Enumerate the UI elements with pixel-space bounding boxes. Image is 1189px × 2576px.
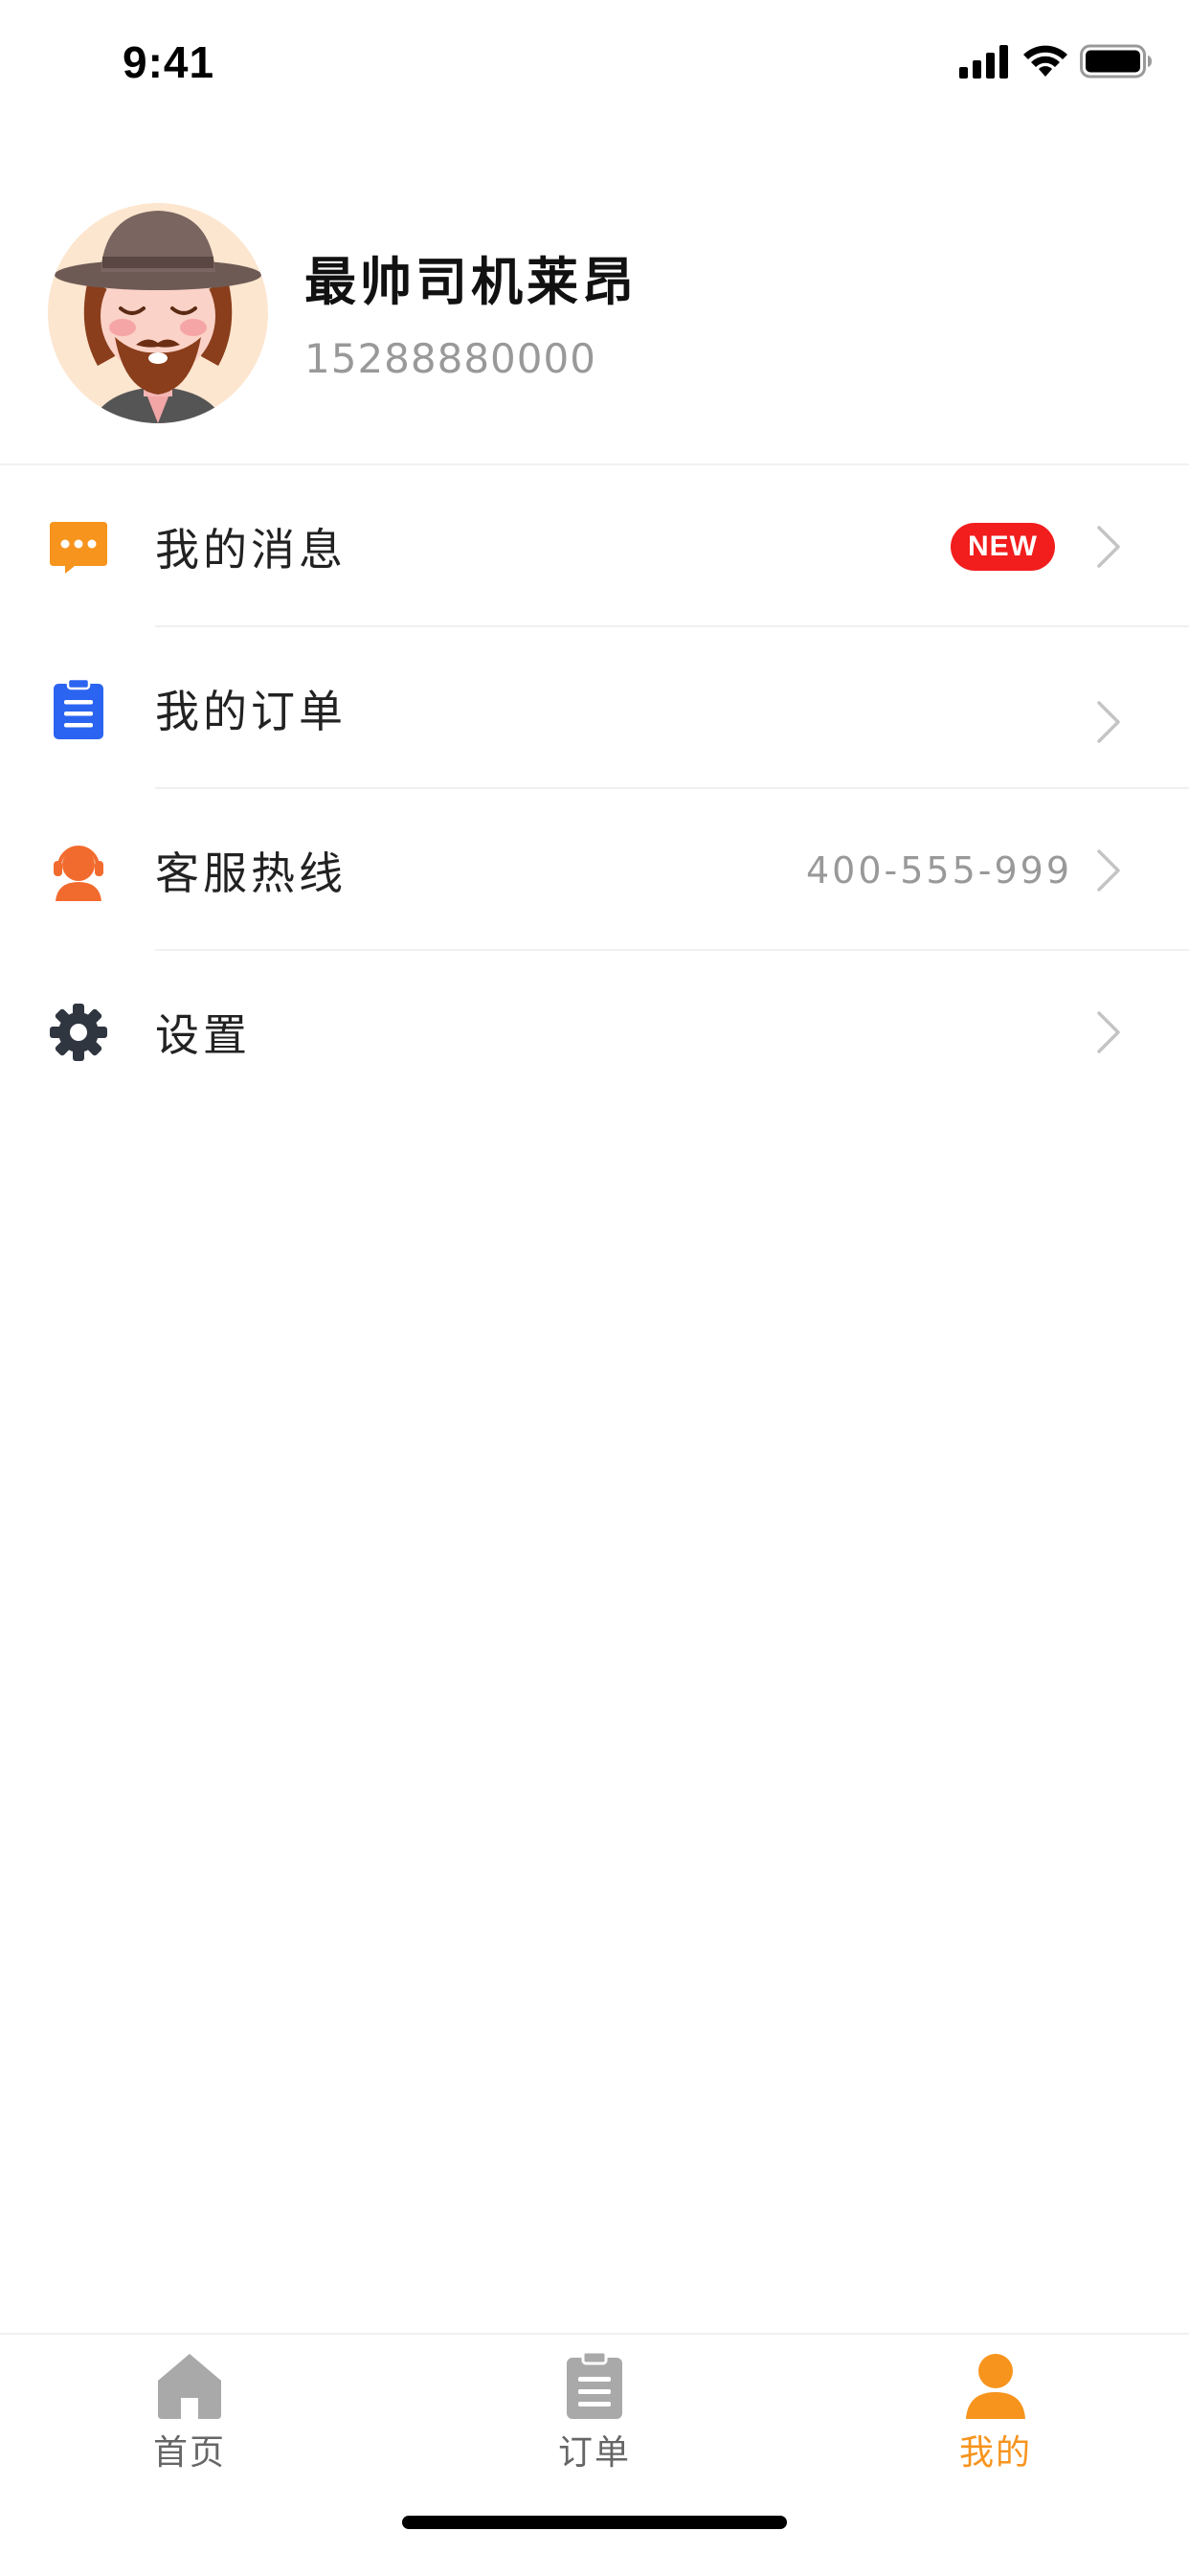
- chevron-right-icon: [1097, 700, 1120, 743]
- status-bar: 9:41: [0, 0, 1189, 126]
- wifi-icon: [1023, 45, 1067, 77]
- menu-item-messages[interactable]: 我的消息 NEW: [0, 465, 1189, 627]
- chevron-right-icon: [1097, 525, 1120, 568]
- menu-item-label: 客服热线: [155, 847, 347, 899]
- tab-orders[interactable]: 订单: [499, 2350, 690, 2494]
- tab-label: 我的: [958, 2433, 1032, 2473]
- battery-icon: [1080, 44, 1152, 79]
- avatar[interactable]: [48, 203, 268, 423]
- tab-mine[interactable]: 我的: [900, 2350, 1091, 2494]
- gear-icon: [50, 1003, 107, 1061]
- customer-service-icon: [54, 845, 103, 901]
- clipboard-list-icon: [54, 677, 103, 739]
- order-clipboard-icon: [567, 2350, 622, 2419]
- menu-item-settings[interactable]: 设置: [0, 951, 1189, 1113]
- hotline-number[interactable]: 400-555-999: [806, 849, 1072, 892]
- message-bubble-icon: [50, 521, 107, 574]
- home-indicator[interactable]: [402, 2516, 787, 2529]
- menu-item-label: 设置: [155, 1008, 251, 1061]
- chevron-right-icon: [1097, 848, 1120, 892]
- profile-name: 最帅司机莱昂: [304, 252, 638, 312]
- menu-item-orders[interactable]: 我的订单: [0, 627, 1189, 789]
- menu-item-label: 我的消息: [155, 523, 347, 576]
- profile-phone: 15288880000: [304, 335, 596, 382]
- tab-home[interactable]: 首页: [94, 2350, 285, 2494]
- home-icon: [158, 2354, 221, 2419]
- chevron-right-icon: [1097, 1010, 1120, 1053]
- menu-item-label: 我的订单: [155, 685, 347, 737]
- menu-item-hotline[interactable]: 客服热线 400-555-999: [0, 789, 1189, 951]
- new-badge: NEW: [951, 522, 1055, 571]
- tab-label: 首页: [152, 2433, 226, 2473]
- tab-bar: 首页 订单 我的: [0, 2333, 1189, 2576]
- cellular-signal-icon: [959, 45, 1008, 79]
- menu-list: 我的消息 NEW 我的订单 客服热线 400-555-999 设置: [0, 465, 1189, 1113]
- profile-header[interactable]: 最帅司机莱昂 15288880000: [0, 192, 1189, 463]
- tab-label: 订单: [557, 2433, 631, 2473]
- user-icon: [966, 2354, 1025, 2419]
- status-time: 9:41: [123, 37, 215, 87]
